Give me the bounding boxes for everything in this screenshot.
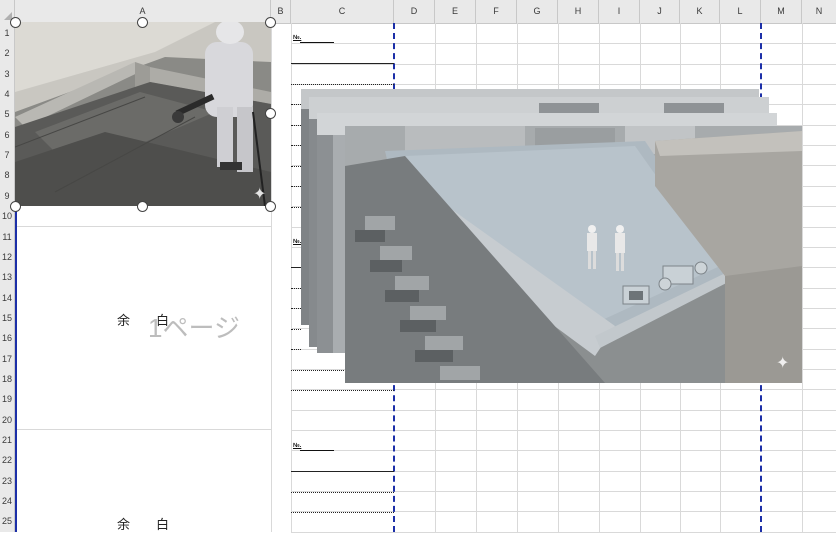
form-dotted-line — [291, 288, 301, 289]
no-underline — [300, 450, 334, 451]
column-header-D[interactable]: D — [394, 0, 435, 23]
grid-row-line — [291, 430, 836, 431]
resize-handle-bottom[interactable] — [137, 201, 148, 212]
column-header-I[interactable]: I — [599, 0, 640, 23]
form-dotted-line — [291, 104, 301, 105]
form-dotted-line — [291, 207, 301, 208]
resize-handle-bottom-right[interactable] — [265, 201, 276, 212]
row-header-11[interactable]: 11 — [0, 227, 14, 247]
row-header-24[interactable]: 24 — [0, 491, 14, 511]
column-header-N[interactable]: N — [802, 0, 836, 23]
form-dotted-line — [291, 390, 394, 391]
row-header-12[interactable]: 12 — [0, 247, 14, 267]
column-header-J[interactable]: J — [640, 0, 680, 23]
row-header-8[interactable]: 8 — [0, 165, 14, 185]
grid-row-line — [291, 64, 836, 65]
column-header-G[interactable]: G — [517, 0, 558, 23]
page-number-watermark: 1ページ — [148, 313, 240, 343]
column-header-M[interactable]: M — [761, 0, 802, 23]
grid-row-line — [291, 43, 836, 44]
row-header-23[interactable]: 23 — [0, 471, 14, 491]
form-dotted-line — [291, 308, 301, 309]
form-dotted-line — [291, 166, 301, 167]
row-header-3[interactable]: 3 — [0, 64, 14, 84]
form-dotted-line — [291, 512, 394, 513]
row-header-6[interactable]: 6 — [0, 125, 14, 145]
form-dotted-line — [291, 329, 301, 330]
form-dotted-line — [291, 125, 301, 126]
form-dotted-line — [291, 349, 301, 350]
row-header-18[interactable]: 18 — [0, 369, 14, 389]
row-header-5[interactable]: 5 — [0, 104, 14, 124]
row-header-4[interactable]: 4 — [0, 84, 14, 104]
rooftop-waterproofing-photo[interactable] — [345, 126, 802, 383]
row-header-20[interactable]: 20 — [0, 410, 14, 430]
grid-row-line — [291, 450, 836, 451]
row-header-25[interactable]: 25 — [0, 511, 14, 531]
no-label: №. — [293, 443, 302, 449]
row-header-9[interactable]: 9 — [0, 186, 14, 206]
form-dotted-line — [291, 186, 301, 187]
roof-worker-photo[interactable] — [15, 22, 271, 206]
column-header-K[interactable]: K — [680, 0, 720, 23]
grid-row-line — [15, 429, 271, 430]
form-solid-line — [291, 267, 301, 268]
form-dotted-line — [291, 145, 301, 146]
resize-handle-right[interactable] — [265, 108, 276, 119]
row-header-15[interactable]: 15 — [0, 308, 14, 328]
row-header-21[interactable]: 21 — [0, 430, 14, 450]
row-header-2[interactable]: 2 — [0, 43, 14, 63]
no-label: №. — [293, 35, 302, 41]
column-header-F[interactable]: F — [476, 0, 517, 23]
resize-handle-top[interactable] — [137, 17, 148, 28]
resize-handle-top-right[interactable] — [265, 17, 276, 28]
row-header-22[interactable]: 22 — [0, 450, 14, 470]
no-underline — [300, 42, 334, 43]
form-solid-line — [291, 63, 394, 64]
row-header-17[interactable]: 17 — [0, 349, 14, 369]
row-header-13[interactable]: 13 — [0, 267, 14, 287]
row-header-14[interactable]: 14 — [0, 288, 14, 308]
row-header-16[interactable]: 16 — [0, 328, 14, 348]
column-header-E[interactable]: E — [435, 0, 476, 23]
row-header-1[interactable]: 1 — [0, 23, 14, 43]
row-header-7[interactable]: 7 — [0, 145, 14, 165]
row-header-19[interactable]: 19 — [0, 389, 14, 409]
column-header-C[interactable]: C — [291, 0, 394, 23]
row-header-10[interactable]: 10 — [0, 206, 14, 226]
column-header-H[interactable]: H — [558, 0, 599, 23]
form-dotted-line — [291, 84, 394, 85]
grid-row-line — [15, 226, 271, 227]
form-solid-line — [291, 471, 394, 472]
grid-row-line — [291, 410, 836, 411]
sparkle-icon: ✦ — [253, 186, 267, 203]
sparkle-icon: ✦ — [776, 355, 790, 372]
margin-label: 余白 — [117, 517, 196, 532]
form-dotted-line — [291, 492, 394, 493]
column-header-L[interactable]: L — [720, 0, 761, 23]
